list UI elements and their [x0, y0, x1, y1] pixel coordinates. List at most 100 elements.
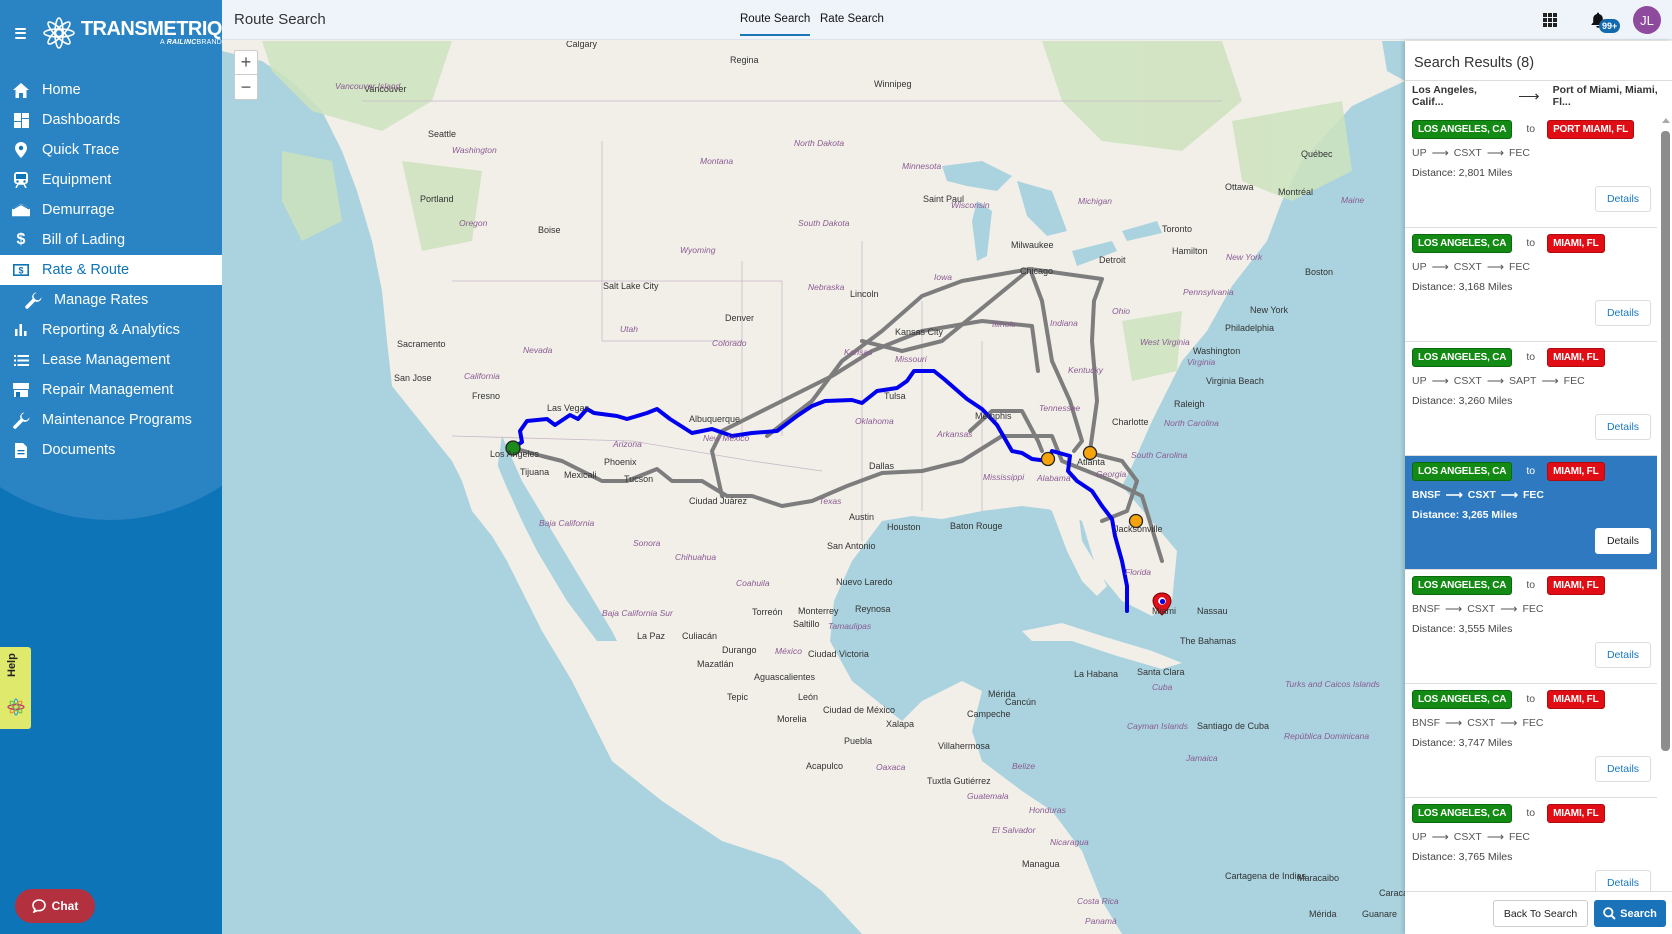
zoom-out-button[interactable]: − — [235, 75, 257, 99]
chat-button[interactable]: Chat — [15, 889, 95, 923]
map-label: Maine — [1341, 195, 1365, 205]
map-label: Houston — [887, 522, 921, 532]
map-label: Belize — [1012, 761, 1036, 771]
sidebar-item-quick-trace[interactable]: Quick Trace — [0, 135, 222, 165]
result-card[interactable]: LOS ANGELES, CA to MIAMI, FL BNSF ⟶ CSXT ⟶ FEC D… — [1405, 570, 1657, 684]
map-label: Nevada — [523, 345, 553, 355]
map-label: Caracas — [1379, 888, 1405, 898]
carrier-code: BNSF — [1412, 489, 1441, 501]
to-label: to — [1526, 465, 1536, 477]
map-label: Ciudad de México — [823, 705, 896, 715]
map-label: Jacksonville — [1114, 524, 1163, 534]
scroll-up-icon[interactable] — [1662, 118, 1670, 123]
details-button[interactable]: Details — [1595, 186, 1651, 212]
to-label: to — [1526, 351, 1536, 363]
map-label: Boston — [1305, 267, 1334, 277]
sidebar-item-home[interactable]: Home — [0, 75, 222, 105]
panel-footer: Back To Search Search — [1405, 891, 1672, 934]
arrow-right-icon: ⟶ — [1500, 602, 1518, 616]
map-label: Mérida — [1309, 909, 1337, 919]
sidebar-item-reporting-analytics[interactable]: Reporting & Analytics — [0, 315, 222, 345]
map-label: Tijuana — [520, 467, 550, 477]
map-label: Denver — [725, 313, 755, 323]
notifications-button[interactable]: 99+ — [1589, 9, 1621, 33]
sidebar-item-dashboards[interactable]: Dashboards — [0, 105, 222, 135]
map-label: Morelia — [777, 714, 807, 724]
sidebar-item-rate-route[interactable]: $ Rate & Route — [0, 255, 222, 285]
route-map[interactable]: Calgary Regina Winnipeg Vancouver Vancou… — [222, 41, 1405, 934]
sidebar-item-documents[interactable]: Documents — [0, 435, 222, 465]
map-label: Coahuila — [736, 578, 770, 588]
details-button[interactable]: Details — [1595, 756, 1651, 782]
arrow-right-icon: ⟶ — [1486, 374, 1505, 388]
map-label: Culiacán — [682, 631, 718, 641]
map-label: Saint Paul — [923, 194, 965, 204]
map-label: Tucson — [624, 474, 654, 484]
carrier-code: FEC — [1522, 603, 1544, 615]
map-label: Georgia — [1096, 469, 1127, 479]
sidebar-item-repair-management[interactable]: Repair Management — [0, 375, 222, 405]
scroll-thumb[interactable] — [1661, 131, 1670, 751]
result-card[interactable]: LOS ANGELES, CA to MIAMI, FL UP ⟶ CSXT ⟶ FEC Dis… — [1405, 228, 1657, 342]
origin-badge: LOS ANGELES, CA — [1412, 233, 1513, 253]
map-label: North Carolina — [1164, 418, 1219, 428]
map-label: Ciudad Juárez — [689, 496, 748, 506]
carrier-path: BNSF ⟶ CSXT ⟶ FEC — [1412, 716, 1650, 730]
sidebar-item-label: Demurrage — [42, 202, 115, 218]
apps-grid-icon[interactable] — [1543, 13, 1557, 27]
details-button[interactable]: Details — [1595, 528, 1651, 554]
tab-route-search[interactable]: Route Search — [740, 13, 811, 36]
map-label: Monterrey — [798, 606, 839, 616]
sidebar-item-lease-management[interactable]: Lease Management — [0, 345, 222, 375]
sidebar-item-label: Manage Rates — [54, 292, 149, 308]
results-scrollbar[interactable] — [1659, 114, 1672, 933]
sidebar-item-demurrage[interactable]: Demurrage — [0, 195, 222, 225]
destination-query: Port of Miami, Miami, Fl... — [1552, 83, 1658, 108]
zoom-in-button[interactable]: + — [235, 51, 257, 75]
map-label: Florida — [1125, 567, 1151, 577]
sidebar-item-manage-rates[interactable]: Manage Rates — [0, 285, 222, 315]
sidebar-item-bill-of-lading[interactable]: $ Bill of Lading — [0, 225, 222, 255]
carrier-code: CSXT — [1467, 489, 1496, 501]
carrier-code: SAPT — [1509, 375, 1537, 387]
result-card[interactable]: LOS ANGELES, CA to PORT MIAMI, FL UP ⟶ CSXT ⟶ F… — [1405, 114, 1657, 228]
result-card[interactable]: LOS ANGELES, CA to MIAMI, FL BNSF ⟶ CSXT ⟶ FEC D… — [1405, 456, 1657, 570]
logo[interactable]: TRANSMETRIQ A RAILINCBRAND — [41, 15, 222, 51]
to-label: to — [1526, 579, 1536, 591]
map-label: Aguascalientes — [754, 672, 816, 682]
sidebar-item-maintenance-programs[interactable]: Maintenance Programs — [0, 405, 222, 435]
carrier-code: CSXT — [1453, 261, 1482, 273]
map-label: Seattle — [428, 129, 457, 139]
map-label: Torreón — [752, 607, 783, 617]
search-button[interactable]: Search — [1594, 900, 1666, 927]
help-tab[interactable]: Help — [0, 647, 31, 729]
result-card[interactable]: LOS ANGELES, CA to MIAMI, FL BNSF ⟶ CSXT ⟶ FEC D… — [1405, 684, 1657, 798]
help-label: Help — [6, 653, 18, 677]
sidebar-item-label: Maintenance Programs — [42, 412, 192, 428]
map-label: La Habana — [1074, 669, 1119, 679]
map-label: Minnesota — [902, 161, 942, 171]
map-label: Pennsylvania — [1183, 287, 1234, 297]
dollar-icon: $ — [16, 231, 26, 248]
tab-rate-search[interactable]: Rate Search — [820, 13, 884, 34]
route-endpoints: LOS ANGELES, CA to MIAMI, FL — [1412, 689, 1650, 709]
details-button[interactable]: Details — [1595, 300, 1651, 326]
arrow-right-icon: ⟶ — [1486, 260, 1505, 274]
result-card[interactable]: LOS ANGELES, CA to MIAMI, FL UP ⟶ CSXT ⟶ SAPT ⟶ F… — [1405, 342, 1657, 456]
bar-chart-icon — [12, 321, 30, 339]
hamburger-menu-icon[interactable] — [15, 27, 26, 39]
map-label: Reynosa — [855, 604, 891, 614]
brand-name: TRANSMETRIQ — [80, 18, 222, 40]
avatar[interactable]: JL — [1633, 6, 1661, 34]
details-button[interactable]: Details — [1595, 414, 1651, 440]
details-button[interactable]: Details — [1595, 642, 1651, 668]
map-label: Tamaulipas — [828, 621, 872, 631]
map-label: Charlotte — [1112, 417, 1149, 427]
sidebar-item-equipment[interactable]: Equipment — [0, 165, 222, 195]
back-to-search-button[interactable]: Back To Search — [1493, 900, 1588, 927]
distance: Distance: 3,555 Miles — [1412, 623, 1513, 635]
carrier-code: CSXT — [1453, 831, 1482, 843]
destination-badge: PORT MIAMI, FL — [1547, 119, 1635, 139]
arrow-right-icon: ⟶ — [1486, 146, 1505, 160]
map-label: San Antonio — [827, 541, 876, 551]
